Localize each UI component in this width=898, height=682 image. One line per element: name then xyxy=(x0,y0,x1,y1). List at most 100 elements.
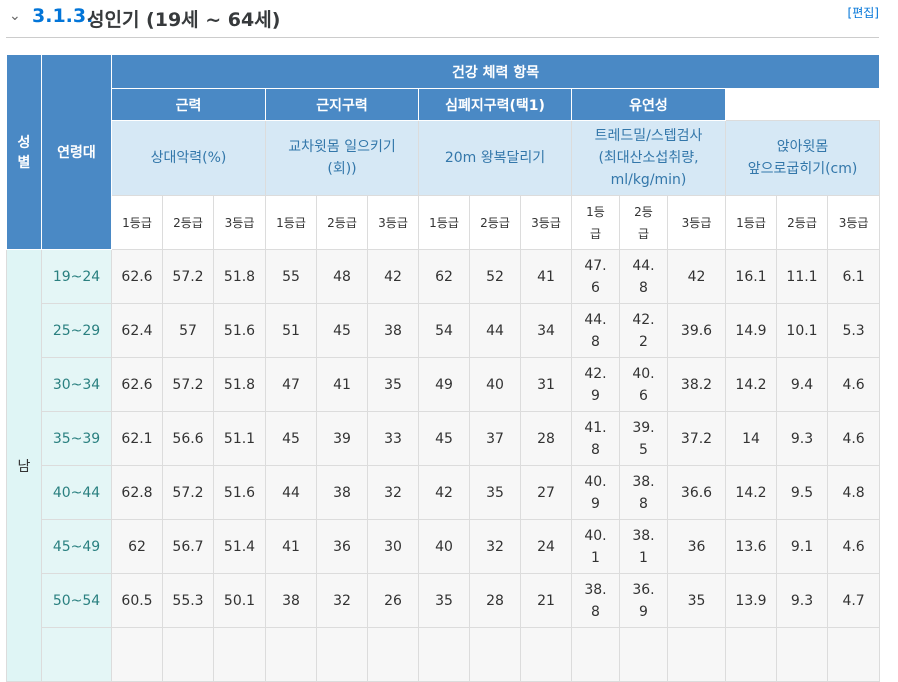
header-grade: 2등급 xyxy=(776,195,828,250)
header-fitness-items: 건강 체력 항목 xyxy=(110,54,881,89)
header-grade: 2등급 xyxy=(162,195,214,250)
header-grade: 3등급 xyxy=(213,195,266,250)
value-cell: 28 xyxy=(469,573,521,628)
value-cell xyxy=(520,627,572,682)
value-cell xyxy=(469,627,521,682)
value-cell: 5.3 xyxy=(826,303,881,358)
header-grade: 2등 급 xyxy=(619,195,668,250)
value-cell: 39.6 xyxy=(667,303,726,358)
age-cell: 50~54 xyxy=(41,573,112,628)
value-cell: 14 xyxy=(725,411,777,466)
value-cell: 32 xyxy=(367,465,419,520)
age-cell: 30~34 xyxy=(41,357,112,412)
value-cell: 14.2 xyxy=(725,465,777,520)
age-cell: 19~24 xyxy=(41,249,112,304)
value-cell: 14.9 xyxy=(725,303,777,358)
value-cell: 44. 8 xyxy=(571,303,620,358)
value-cell xyxy=(418,627,470,682)
value-cell: 38 xyxy=(265,573,317,628)
value-cell: 13.6 xyxy=(725,519,777,574)
value-cell: 56.7 xyxy=(162,519,214,574)
value-cell: 51.1 xyxy=(213,411,266,466)
value-cell: 35 xyxy=(367,357,419,412)
value-cell: 39 xyxy=(316,411,368,466)
value-cell: 52 xyxy=(469,249,521,304)
value-cell: 4.6 xyxy=(826,411,881,466)
value-cell xyxy=(826,627,881,682)
header-category: 근력 xyxy=(111,88,266,121)
header-row-grades: 1등급 2등급 3등급 1등급 2등급 3등급 1등급 2등급 3등급 1등 급 2등 급 3등급 1등… xyxy=(7,195,881,250)
value-cell: 62.8 xyxy=(111,465,163,520)
value-cell: 38. 1 xyxy=(619,519,668,574)
value-cell: 4.8 xyxy=(826,465,881,520)
value-cell: 49 xyxy=(418,357,470,412)
value-cell: 16.1 xyxy=(725,249,777,304)
value-cell: 35 xyxy=(667,573,726,628)
header-grade: 1등 급 xyxy=(571,195,620,250)
section-heading: ⌄ 3.1.3. 성인기 (19세 ~ 64세) [편집] xyxy=(0,0,898,38)
table-row xyxy=(7,627,881,682)
age-cell: 25~29 xyxy=(41,303,112,358)
fitness-table: 성 별 연령대 건강 체력 항목 근력 근지구력 심폐지구력(택1) 유연성 상대악력(%) 교… xyxy=(6,54,881,682)
value-cell: 40 xyxy=(469,357,521,412)
value-cell: 40. 1 xyxy=(571,519,620,574)
value-cell xyxy=(213,627,266,682)
value-cell: 33 xyxy=(367,411,419,466)
value-cell: 38 xyxy=(367,303,419,358)
header-item: 20m 왕복달리기 xyxy=(418,120,572,196)
header-grade: 3등급 xyxy=(826,195,881,250)
table-row: 50~54 60.5 55.3 50.1 38 32 26 35 28 21 38. 8 36. 93… xyxy=(7,573,881,628)
value-cell: 55.3 xyxy=(162,573,214,628)
value-cell: 44 xyxy=(265,465,317,520)
value-cell: 36 xyxy=(316,519,368,574)
value-cell xyxy=(619,627,668,682)
header-grade: 1등급 xyxy=(265,195,317,250)
age-cell: 35~39 xyxy=(41,411,112,466)
value-cell: 54 xyxy=(418,303,470,358)
value-cell: 4.7 xyxy=(826,573,881,628)
value-cell: 41. 8 xyxy=(571,411,620,466)
header-item: 트레드밀/스텝검사 (최대산소섭취량, ml/kg/min) xyxy=(571,120,726,196)
value-cell: 36. 9 xyxy=(619,573,668,628)
header-grade: 1등급 xyxy=(111,195,163,250)
header-grade: 2등급 xyxy=(469,195,521,250)
value-cell xyxy=(725,627,777,682)
value-cell: 38. 8 xyxy=(571,573,620,628)
value-cell: 62.6 xyxy=(111,357,163,412)
value-cell: 32 xyxy=(469,519,521,574)
value-cell: 57.2 xyxy=(162,465,214,520)
value-cell: 9.3 xyxy=(776,573,828,628)
edit-link[interactable]: [편집] xyxy=(848,4,879,21)
header-item: 상대악력(%) xyxy=(111,120,266,196)
table-row: 남 19~24 62.6 57.2 51.8 55 48 42 62 52 41 47. 6 44. 8… xyxy=(6,249,881,682)
section-number[interactable]: 3.1.3. xyxy=(32,5,93,27)
value-cell: 41 xyxy=(265,519,317,574)
header-sex: 성 별 xyxy=(6,54,42,250)
table-row: 45~49 62 56.7 51.4 41 36 30 40 32 24 40. 1 38. 1 36 1… xyxy=(7,519,881,574)
value-cell: 41 xyxy=(316,357,368,412)
header-item: 교차윗몸 일으키기 (회)) xyxy=(265,120,419,196)
value-cell: 6.1 xyxy=(826,249,881,304)
value-cell: 51.8 xyxy=(213,249,266,304)
value-cell: 4.6 xyxy=(826,357,881,412)
value-cell: 37.2 xyxy=(667,411,726,466)
value-cell: 31 xyxy=(520,357,572,412)
chevron-down-icon[interactable]: ⌄ xyxy=(9,8,21,24)
value-cell xyxy=(265,627,317,682)
value-cell: 51.8 xyxy=(213,357,266,412)
header-grade: 3등급 xyxy=(520,195,572,250)
value-cell: 42 xyxy=(667,249,726,304)
value-cell: 26 xyxy=(367,573,419,628)
value-cell: 10.1 xyxy=(776,303,828,358)
value-cell: 28 xyxy=(520,411,572,466)
value-cell: 57.2 xyxy=(162,357,214,412)
value-cell: 42. 2 xyxy=(619,303,668,358)
value-cell: 47 xyxy=(265,357,317,412)
header-row-categories: 근력 근지구력 심폐지구력(택1) 유연성 xyxy=(7,88,880,121)
header-item: 앉아윗몸 앞으로굽히기(cm) xyxy=(724,120,881,196)
value-cell: 56.6 xyxy=(162,411,214,466)
value-cell: 27 xyxy=(520,465,572,520)
value-cell: 45 xyxy=(316,303,368,358)
value-cell: 34 xyxy=(520,303,572,358)
value-cell: 4.6 xyxy=(826,519,881,574)
